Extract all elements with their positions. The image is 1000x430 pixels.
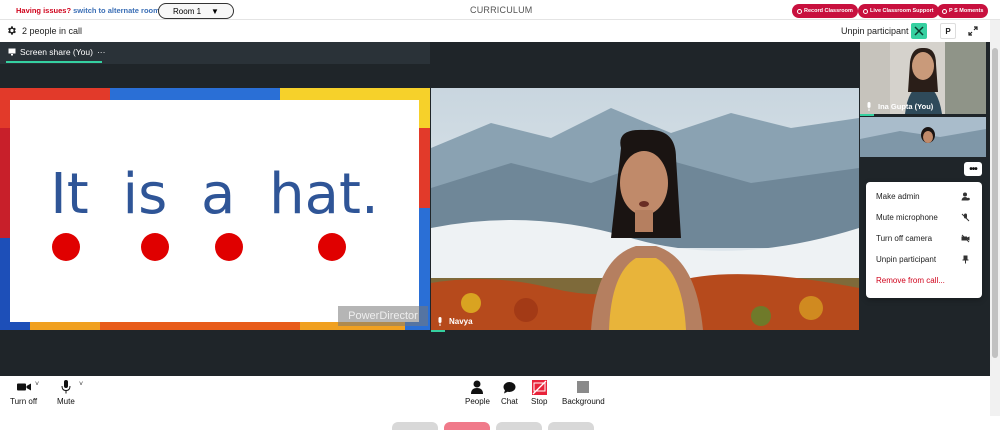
stop-share-label: Stop [531, 397, 548, 406]
dock-button[interactable] [392, 422, 438, 430]
stop-share-button[interactable]: Stop [531, 379, 548, 406]
moments-button[interactable]: P S Moments [937, 4, 989, 18]
alternate-room-link[interactable]: switch to alternate room [73, 6, 160, 15]
mute-label: Mute [57, 397, 75, 406]
active-tab-indicator [6, 61, 102, 63]
issues-text: Having issues? [16, 6, 72, 15]
camera-off-icon [961, 234, 970, 243]
video-frame [431, 88, 859, 330]
call-header: 2 people in call Unpin participant P [0, 20, 990, 42]
monitor-icon [8, 48, 16, 56]
call-controls: Turn off ˅ Mute ˅ People Chat Stop Backg… [0, 376, 990, 416]
mic-options-chevron-icon[interactable]: ˅ [79, 381, 83, 388]
record-classroom-label: Record Classroom [804, 8, 853, 14]
camera-options-chevron-icon[interactable]: ˅ [35, 381, 39, 388]
admin-icon [961, 192, 970, 201]
moments-icon [942, 8, 947, 14]
menu-item-label: Unpin participant [876, 255, 937, 264]
self-video-tile[interactable]: Ina Gupta (You) [860, 42, 986, 114]
pin-icon [961, 255, 970, 264]
slide-sentence: It is a hat. [50, 162, 379, 227]
menu-item-turn-off-camera[interactable]: Turn off camera [866, 228, 982, 249]
self-name: Ina Gupta (You) [878, 102, 934, 111]
menu-item-make-admin[interactable]: Make admin [866, 186, 982, 207]
screen-share-tab-label: Screen share (You) ··· [8, 47, 105, 57]
live-support-button[interactable]: Live Classroom Support [858, 4, 939, 18]
participant-context-menu: Make admin Mute microphone Turn off came… [866, 182, 982, 298]
participant-name: Navya [449, 317, 473, 326]
record-classroom-button[interactable]: Record Classroom [792, 4, 858, 18]
more-options-button[interactable]: ••• [964, 162, 982, 176]
menu-item-mute-microphone[interactable]: Mute microphone [866, 207, 982, 228]
mute-button[interactable]: Mute [57, 380, 75, 406]
room-select-value: Room 1 [173, 6, 202, 16]
menu-item-label: Remove from call... [876, 276, 945, 285]
participant-video-navya[interactable]: Navya [431, 88, 859, 330]
audio-indicator [431, 330, 445, 332]
gear-icon[interactable] [6, 25, 17, 36]
room-select[interactable]: Room 1 ▼ [158, 3, 234, 19]
person-icon [471, 380, 484, 394]
screen-share-tab[interactable]: Screen share (You) ··· [0, 42, 430, 64]
dock-button-active[interactable] [444, 422, 490, 430]
classroom-app: Having issues? switch to alternate room … [0, 0, 1000, 430]
mic-off-icon [961, 213, 970, 222]
word-dot [318, 233, 346, 261]
chat-label: Chat [501, 397, 518, 406]
background-label: Background [562, 397, 605, 406]
powerdirector-watermark: PowerDirector [338, 306, 428, 326]
video-stage: Screen share (You) ··· It is a hat. Powe… [0, 42, 990, 376]
expand-icon[interactable] [965, 23, 981, 39]
live-support-label: Live Classroom Support [870, 8, 934, 14]
video-frame [860, 117, 986, 157]
p-button[interactable]: P [940, 23, 956, 39]
chat-bubble-icon [503, 380, 516, 394]
dock-button[interactable] [496, 422, 542, 430]
participant-label: Navya [437, 317, 473, 326]
word-dot [141, 233, 169, 261]
curriculum-title: CURRICULUM [470, 5, 533, 15]
dock-button[interactable] [548, 422, 594, 430]
people-count: 2 people in call [22, 26, 83, 36]
chat-button[interactable]: Chat [501, 380, 518, 406]
microphone-icon [438, 317, 442, 326]
camera-toggle-label: Turn off [10, 397, 38, 406]
word-dot [215, 233, 243, 261]
menu-item-unpin-participant[interactable]: Unpin participant [866, 249, 982, 270]
menu-item-label: Make admin [876, 192, 920, 201]
moments-label: P S Moments [949, 8, 984, 14]
screen-share-more[interactable]: ··· [97, 47, 106, 57]
participant-thumbnail-navya[interactable] [860, 117, 986, 157]
issues-notice: Having issues? switch to alternate room [16, 6, 160, 15]
audio-indicator [860, 114, 874, 116]
menu-item-remove-from-call[interactable]: Remove from call... [866, 270, 982, 291]
menu-item-label: Turn off camera [876, 234, 933, 243]
video-camera-icon [16, 380, 31, 394]
camera-toggle-button[interactable]: Turn off [10, 380, 37, 406]
slide-card: It is a hat. [10, 100, 419, 322]
top-bar: Having issues? switch to alternate room … [0, 0, 1000, 20]
screen-share-view: It is a hat. PowerDirector [0, 88, 430, 330]
scrollbar-thumb[interactable] [992, 48, 998, 358]
record-icon [797, 8, 802, 14]
chevron-down-icon: ▼ [211, 6, 219, 16]
menu-item-label: Mute microphone [876, 213, 938, 222]
unpin-button[interactable] [911, 23, 927, 39]
support-icon [863, 8, 868, 14]
people-button[interactable]: People [465, 380, 490, 406]
background-icon [577, 380, 590, 394]
bottom-dock [392, 422, 596, 430]
microphone-icon [867, 102, 871, 111]
background-button[interactable]: Background [562, 380, 605, 406]
close-icon [914, 26, 924, 36]
screen-share-title: Screen share (You) [20, 47, 93, 57]
people-label: People [465, 397, 490, 406]
microphone-icon [61, 380, 71, 394]
word-dot [52, 233, 80, 261]
page-scrollbar[interactable] [990, 20, 1000, 416]
unpin-participant-label: Unpin participant [841, 26, 909, 36]
self-participant-label: Ina Gupta (You) [866, 102, 933, 111]
stop-share-icon [531, 379, 547, 395]
